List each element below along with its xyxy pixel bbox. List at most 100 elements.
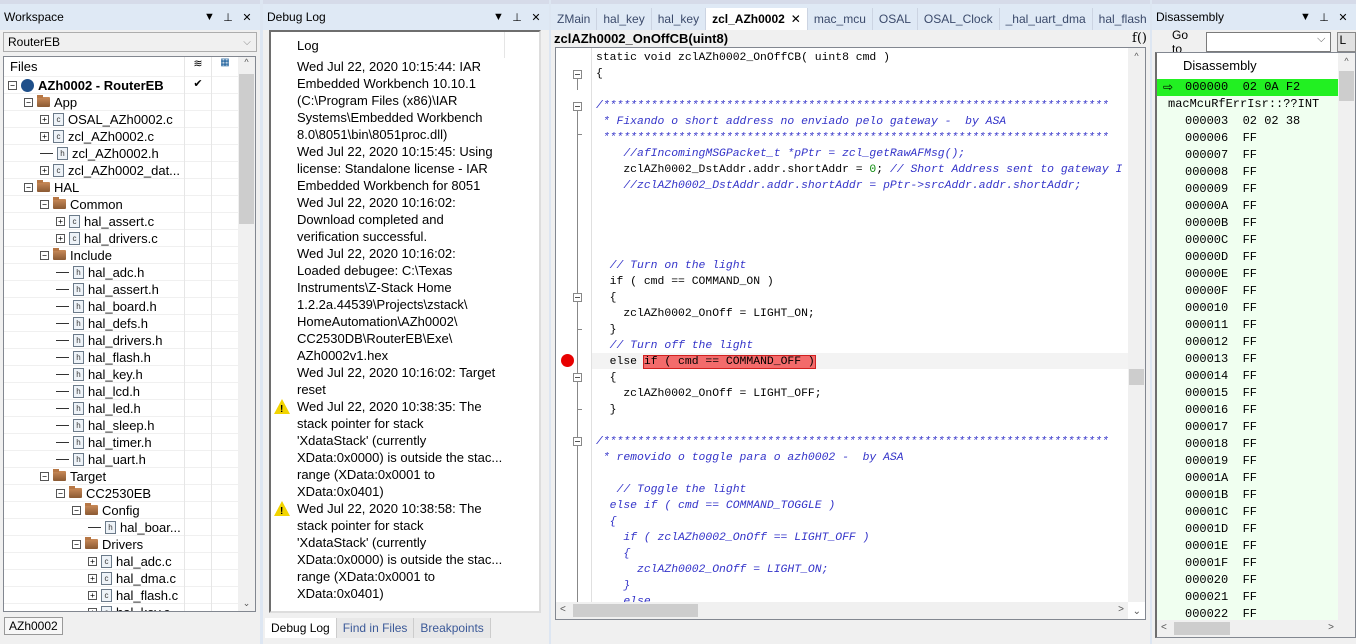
disassembly-scroll-thumb[interactable] — [1339, 71, 1354, 101]
editor-scroll-thumb[interactable] — [1129, 369, 1144, 385]
disassembly-row[interactable]: 00000A FF — [1157, 198, 1355, 215]
tree-item[interactable]: h hal_adc.h — [4, 263, 255, 281]
scroll-up-icon[interactable]: ^ — [1338, 53, 1355, 66]
panel-menu-icon[interactable]: ▼ — [1300, 11, 1311, 24]
scroll-right-icon[interactable]: > — [1118, 604, 1124, 615]
expand-icon[interactable]: + — [40, 131, 49, 141]
disassembly-horizontal-scrollbar[interactable]: < > — [1157, 620, 1338, 637]
disassembly-row[interactable]: 000007 FF — [1157, 147, 1355, 164]
disassembly-row[interactable]: 000009 FF — [1157, 181, 1355, 198]
goto-input[interactable] — [1206, 32, 1331, 52]
tree-item[interactable]: h hal_lcd.h — [4, 382, 255, 400]
workspace-tab-azh0002[interactable]: AZh0002 — [4, 617, 63, 635]
tree-item[interactable]: − Target — [4, 467, 255, 485]
disassembly-row[interactable]: 000010 FF — [1157, 300, 1355, 317]
log-column-header[interactable]: Log — [291, 32, 505, 58]
disassembly-row[interactable]: 00001D FF — [1157, 521, 1355, 538]
collapse-icon[interactable]: − — [8, 80, 17, 90]
function-list-icon[interactable]: f() — [1132, 31, 1150, 46]
debug-tab[interactable]: Breakpoints — [414, 618, 491, 638]
disassembly-row[interactable]: 000015 FF — [1157, 385, 1355, 402]
disassembly-row[interactable]: 00000C FF — [1157, 232, 1355, 249]
pin-icon[interactable]: ⊥ — [223, 11, 233, 24]
expand-icon[interactable]: + — [56, 216, 65, 226]
tree-item[interactable]: − Drivers — [4, 535, 255, 553]
editor-tab[interactable]: zcl_AZh0002 ✕ — [706, 8, 808, 30]
close-icon[interactable]: ✕ — [242, 11, 252, 24]
configuration-select[interactable]: RouterEB ⌵ — [3, 32, 257, 52]
tree-item[interactable]: h hal_timer.h — [4, 433, 255, 451]
tree-item[interactable]: − AZh0002 - RouterEB ✔ — [4, 76, 255, 94]
disassembly-column-header[interactable]: Disassembly — [1157, 53, 1355, 79]
code-editor[interactable]: static void zclAZh0002_OnOffCB( uint8 cm… — [555, 47, 1146, 620]
tree-item[interactable]: − Include — [4, 246, 255, 264]
editor-horizontal-scrollbar[interactable]: < > — [556, 602, 1128, 619]
pin-icon[interactable]: ⊥ — [512, 11, 522, 24]
disassembly-row[interactable]: 00001A FF — [1157, 470, 1355, 487]
disassembly-row[interactable]: 000020 FF — [1157, 572, 1355, 589]
close-tab-icon[interactable]: ✕ — [791, 12, 801, 26]
scroll-down-icon[interactable]: ⌄ — [238, 598, 255, 609]
tree-item[interactable]: + c hal_adc.c — [4, 552, 255, 570]
fold-toggle-icon[interactable] — [573, 293, 582, 302]
disassembly-row[interactable]: 000000 02 0A F2 ⇨ — [1157, 79, 1355, 96]
tree-item[interactable]: h hal_flash.h — [4, 348, 255, 366]
tree-item[interactable]: + c hal_key.c — [4, 603, 255, 611]
disassembly-row[interactable]: 000012 FF — [1157, 334, 1355, 351]
options-column-icon[interactable]: ▦ — [211, 57, 238, 77]
disassembly-row[interactable]: 000017 FF — [1157, 419, 1355, 436]
tree-item[interactable]: h hal_drivers.h — [4, 331, 255, 349]
tree-scroll-thumb[interactable] — [239, 74, 254, 224]
tree-item[interactable]: − App — [4, 93, 255, 111]
collapse-icon[interactable]: − — [72, 505, 81, 515]
tree-item[interactable]: + c OSAL_AZh0002.c — [4, 110, 255, 128]
editor-tab[interactable]: ZMain — [551, 8, 598, 30]
disassembly-row[interactable]: 000006 FF — [1157, 130, 1355, 147]
tree-item[interactable]: + c hal_drivers.c — [4, 229, 255, 247]
tree-vertical-scrollbar[interactable]: ^ ⌄ — [238, 57, 255, 611]
debug-tab[interactable]: Find in Files — [336, 618, 415, 638]
editor-tab[interactable]: OSAL_Clock — [918, 8, 1000, 30]
collapse-icon[interactable]: − — [56, 488, 65, 498]
fold-toggle-icon[interactable] — [573, 102, 582, 111]
collapse-icon[interactable]: − — [24, 182, 33, 192]
editor-vertical-scrollbar[interactable]: ^ — [1128, 48, 1145, 602]
tree-item[interactable]: − HAL — [4, 178, 255, 196]
editor-tab[interactable]: hal_flash — [1093, 8, 1154, 30]
tree-item[interactable]: h hal_assert.h — [4, 280, 255, 298]
disassembly-label[interactable]: macMcuRfErrIsr::??INT — [1157, 96, 1355, 113]
close-icon[interactable]: ✕ — [1338, 11, 1348, 24]
collapse-icon[interactable]: − — [40, 250, 49, 260]
tree-item[interactable]: + c zcl_AZh0002_dat... — [4, 161, 255, 179]
debug-tab[interactable]: Debug Log — [265, 618, 337, 638]
tree-item[interactable]: h hal_defs.h — [4, 314, 255, 332]
disassembly-row[interactable]: 00000F FF — [1157, 283, 1355, 300]
collapse-icon[interactable]: − — [40, 471, 49, 481]
collapse-icon[interactable]: − — [40, 199, 49, 209]
scroll-up-icon[interactable]: ^ — [1128, 48, 1145, 61]
disassembly-row[interactable]: 00001F FF — [1157, 555, 1355, 572]
breakpoint-icon[interactable] — [561, 354, 574, 367]
scroll-left-icon[interactable]: < — [560, 604, 566, 615]
editor-tab[interactable]: mac_mcu — [808, 8, 873, 30]
fold-toggle-icon[interactable] — [573, 373, 582, 382]
tree-item[interactable]: − Config — [4, 501, 255, 519]
disassembly-row[interactable]: 00001E FF — [1157, 538, 1355, 555]
editor-tab[interactable]: _hal_uart_dma — [1000, 8, 1093, 30]
disassembly-row[interactable]: 000018 FF — [1157, 436, 1355, 453]
disassembly-row[interactable]: 00001B FF — [1157, 487, 1355, 504]
disassembly-row[interactable]: 00000E FF — [1157, 266, 1355, 283]
expand-icon[interactable]: + — [40, 114, 49, 124]
disassembly-row[interactable]: 000008 FF — [1157, 164, 1355, 181]
disassembly-row[interactable]: 000014 FF — [1157, 368, 1355, 385]
disassembly-row[interactable]: 00000B FF — [1157, 215, 1355, 232]
editor-gutter[interactable] — [556, 48, 590, 611]
disassembly-row[interactable]: 00000D FF — [1157, 249, 1355, 266]
scroll-left-icon[interactable]: < — [1161, 622, 1167, 633]
scroll-right-icon[interactable]: > — [1328, 622, 1334, 633]
fold-toggle-icon[interactable] — [573, 437, 582, 446]
editor-tab[interactable]: hal_key — [597, 8, 652, 30]
tree-item[interactable]: h zcl_AZh0002.h — [4, 144, 255, 162]
editor-hscroll-thumb[interactable] — [573, 604, 698, 617]
tree-item[interactable]: h hal_uart.h — [4, 450, 255, 468]
